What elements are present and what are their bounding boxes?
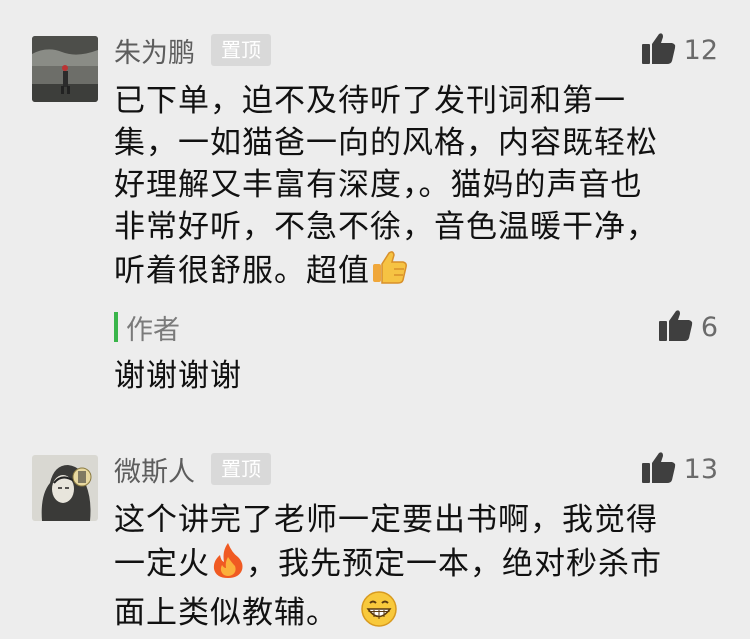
reply-text: 谢谢谢谢 bbox=[114, 358, 242, 394]
thumb-up-icon bbox=[658, 309, 693, 345]
comment-line-2: 一定火 ，我先预定一本，绝对秒杀市 bbox=[114, 541, 714, 590]
author-name: 朱为鹏 bbox=[114, 37, 195, 69]
comment-line: 集，一如猫爸一向的风格，内容既轻松 bbox=[114, 125, 658, 161]
reply-indicator-bar bbox=[114, 312, 118, 342]
avatar[interactable] bbox=[32, 36, 98, 102]
comment-line: 已下单，迫不及待听了发刊词和第一 bbox=[114, 83, 626, 119]
comment-line: 一定火 bbox=[114, 546, 210, 582]
like-button[interactable]: 12 bbox=[641, 30, 718, 70]
thumb-up-icon bbox=[641, 32, 676, 68]
comment-line: ，我先预定一本，绝对秒杀市 bbox=[246, 546, 662, 582]
author-name: 微斯人 bbox=[114, 456, 195, 488]
like-count: 12 bbox=[683, 34, 718, 66]
pinned-badge: 置顶 bbox=[211, 453, 271, 485]
pinned-badge: 置顶 bbox=[211, 34, 271, 66]
avatar[interactable] bbox=[32, 455, 98, 521]
comment-line-last: 听着很舒服。超值 bbox=[114, 248, 714, 297]
thumbs-up-emoji bbox=[370, 248, 408, 297]
author-reply-header: 作者 bbox=[114, 309, 180, 346]
comment-line-last: 面上类似教辅。 bbox=[114, 590, 714, 639]
comment-line: 听着很舒服。超值 bbox=[114, 253, 370, 289]
comment-line: 非常好听，不急不徐，音色温暖干净， bbox=[114, 209, 658, 245]
reply-like-button[interactable]: 6 bbox=[658, 307, 718, 347]
like-count: 13 bbox=[683, 453, 718, 485]
like-count: 6 bbox=[700, 311, 718, 343]
comment-line: 好理解又丰富有深度，。猫妈的声音也 bbox=[114, 167, 643, 203]
comment-text: 已下单，迫不及待听了发刊词和第一 集，一如猫爸一向的风格，内容既轻松 好理解又丰… bbox=[114, 80, 714, 297]
comment-line: 面上类似教辅。 bbox=[114, 595, 338, 631]
fire-emoji bbox=[210, 541, 246, 590]
thumb-up-icon bbox=[641, 451, 676, 487]
reply-author-label: 作者 bbox=[126, 314, 180, 346]
grinning-emoji bbox=[360, 590, 398, 639]
comment-text: 这个讲完了老师一定要出书啊，我觉得 一定火 ，我先预定一本，绝对秒杀市 面上类似… bbox=[114, 499, 714, 639]
comment-line: 这个讲完了老师一定要出书啊，我觉得 bbox=[114, 502, 658, 538]
like-button[interactable]: 13 bbox=[641, 449, 718, 489]
